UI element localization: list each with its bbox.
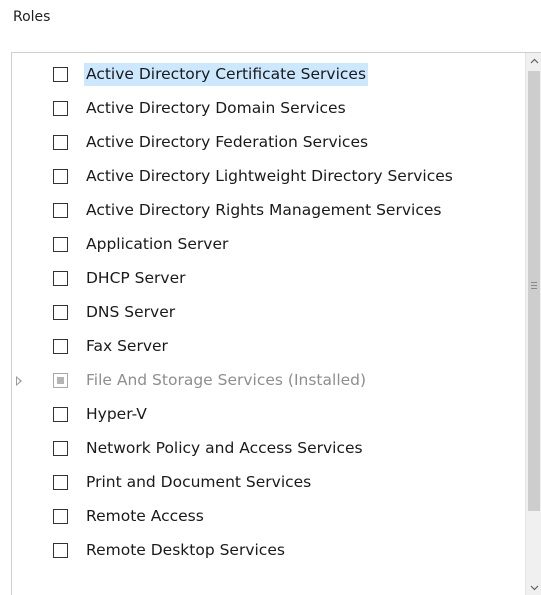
- role-item[interactable]: File And Storage Services (Installed): [12, 366, 525, 400]
- role-checkbox[interactable]: [53, 237, 68, 252]
- roles-listbox[interactable]: Active Directory Certificate Services Act…: [11, 52, 541, 595]
- role-checkbox[interactable]: [53, 169, 68, 184]
- role-item[interactable]: Remote Desktop Services: [12, 536, 525, 570]
- scroll-up-button[interactable]: [526, 53, 541, 70]
- role-label: DNS Server: [86, 303, 176, 321]
- grip-lines-icon: [531, 282, 537, 289]
- scroll-thumb[interactable]: [528, 71, 540, 511]
- role-checkbox[interactable]: [53, 339, 68, 354]
- role-label: Fax Server: [86, 337, 168, 355]
- role-checkbox[interactable]: [53, 441, 68, 456]
- role-checkbox[interactable]: [53, 509, 68, 524]
- role-item[interactable]: DHCP Server: [12, 264, 525, 298]
- role-checkbox[interactable]: [53, 101, 68, 116]
- role-label: Network Policy and Access Services: [86, 439, 363, 457]
- role-label: Active Directory Lightweight Directory S…: [86, 167, 453, 185]
- role-item[interactable]: Active Directory Certificate Services: [12, 60, 525, 94]
- role-label: Print and Document Services: [86, 473, 312, 491]
- role-item[interactable]: Active Directory Lightweight Directory S…: [12, 162, 525, 196]
- role-label: DHCP Server: [86, 269, 186, 287]
- role-item[interactable]: Remote Access: [12, 502, 525, 536]
- role-label: Remote Desktop Services: [86, 541, 285, 559]
- roles-heading: Roles: [13, 9, 51, 25]
- role-item[interactable]: Hyper-V: [12, 400, 525, 434]
- partial-check-icon: [57, 377, 64, 384]
- role-label: Active Directory Rights Management Servi…: [86, 201, 442, 219]
- add-roles-page: Roles Active Directory Certificate Servi…: [0, 0, 541, 595]
- role-item[interactable]: Application Server: [12, 230, 525, 264]
- role-item[interactable]: Fax Server: [12, 332, 525, 366]
- expand-arrow-icon[interactable]: [16, 376, 22, 386]
- chevron-down-icon: [530, 585, 539, 591]
- role-checkbox[interactable]: [53, 543, 68, 558]
- role-checkbox[interactable]: [53, 203, 68, 218]
- role-item[interactable]: Print and Document Services: [12, 468, 525, 502]
- role-label: Hyper-V: [86, 405, 147, 423]
- role-label: File And Storage Services (Installed): [86, 371, 367, 389]
- role-item[interactable]: DNS Server: [12, 298, 525, 332]
- role-checkbox[interactable]: [53, 475, 68, 490]
- role-item[interactable]: Active Directory Domain Services: [12, 94, 525, 128]
- role-item[interactable]: Active Directory Federation Services: [12, 128, 525, 162]
- vertical-scrollbar[interactable]: [525, 53, 541, 595]
- role-label: Application Server: [86, 235, 229, 253]
- role-item[interactable]: Network Policy and Access Services: [12, 434, 525, 468]
- role-checkbox[interactable]: [53, 305, 68, 320]
- role-label: Active Directory Federation Services: [86, 133, 369, 151]
- role-checkbox: [53, 373, 68, 388]
- roles-list: Active Directory Certificate Services Act…: [12, 60, 525, 570]
- role-checkbox[interactable]: [53, 407, 68, 422]
- role-label: Active Directory Domain Services: [86, 99, 346, 117]
- role-checkbox[interactable]: [53, 135, 68, 150]
- role-checkbox[interactable]: [53, 67, 68, 82]
- role-label: Active Directory Certificate Services: [84, 63, 369, 86]
- role-label: Remote Access: [86, 507, 204, 525]
- role-item[interactable]: Active Directory Rights Management Servi…: [12, 196, 525, 230]
- role-checkbox[interactable]: [53, 271, 68, 286]
- scroll-down-button[interactable]: [526, 579, 541, 595]
- chevron-up-icon: [530, 58, 539, 64]
